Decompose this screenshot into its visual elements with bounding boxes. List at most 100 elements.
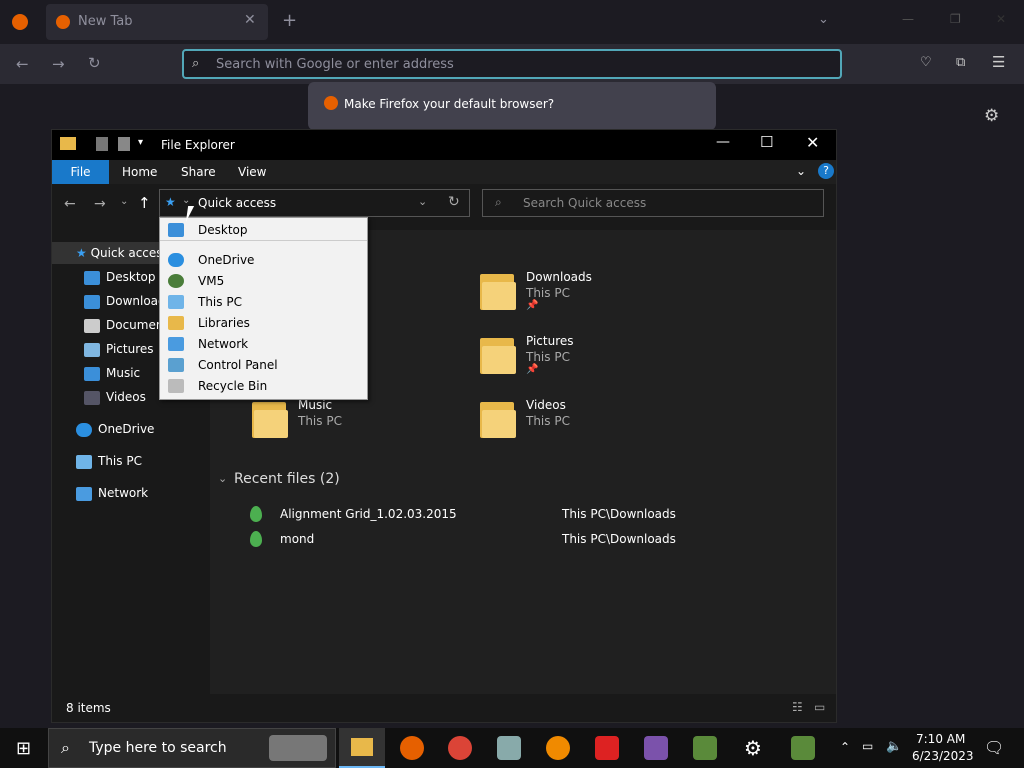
recent-file-row[interactable]: Alignment Grid_1.02.03.2015 This PC\Down… [246, 504, 806, 526]
folder-tile-downloads[interactable]: Downloads This PC 📌 [480, 270, 640, 318]
dropdown-item-desktop[interactable]: Desktop [160, 220, 367, 241]
new-folder-icon[interactable] [118, 137, 130, 151]
windows-start-icon[interactable]: ⊞ [16, 738, 31, 759]
tab-new-tab[interactable]: New Tab ✕ [46, 4, 268, 40]
mouse-cursor-icon [185, 206, 201, 222]
dropdown-item-onedrive[interactable]: OneDrive [160, 250, 367, 271]
quick-access-toolbar-chevron-icon[interactable]: ▾ [138, 137, 143, 148]
up-arrow-icon[interactable]: ↑ [138, 194, 151, 212]
network-tray-icon[interactable]: ▭ [862, 739, 873, 753]
folder-location: This PC [298, 414, 342, 428]
list-tabs-chevron-icon[interactable]: ⌄ [818, 12, 829, 27]
settings-gear-icon[interactable]: ⚙ [984, 106, 999, 126]
explorer-title-bar: ▾ File Explorer — ☐ ✕ [52, 130, 836, 160]
notifications-icon[interactable]: 🗨 [984, 738, 1004, 757]
folder-name: Music [298, 398, 333, 412]
extensions-icon[interactable]: ⧉ [956, 55, 965, 70]
nav-desktop-label: Desktop [106, 270, 156, 284]
explorer-forward-icon[interactable]: → [94, 196, 106, 212]
search-tool-taskbar-icon[interactable] [546, 736, 570, 760]
explorer-back-icon[interactable]: ← [64, 196, 76, 212]
nav-network[interactable]: Network [76, 482, 208, 504]
forward-icon[interactable]: → [52, 55, 65, 73]
large-icons-view-icon[interactable]: ▭ [814, 700, 825, 714]
dropdown-item-control-panel[interactable]: Control Panel [160, 355, 367, 376]
explorer-close-icon[interactable]: ✕ [806, 133, 819, 152]
reload-icon[interactable]: ↻ [88, 54, 101, 72]
explorer-minimize-icon[interactable]: — [716, 134, 730, 150]
videos-icon [84, 390, 100, 405]
new-tab-plus-icon[interactable]: + [282, 10, 297, 31]
tab-file[interactable]: File [52, 160, 109, 184]
recent-locations-chevron-icon[interactable]: ⌄ [120, 196, 128, 207]
search-icon: ⌕ [192, 56, 200, 71]
close-tab-icon[interactable]: ✕ [244, 12, 256, 28]
details-view-icon[interactable]: ☷ [792, 700, 803, 714]
default-browser-notice: Make Firefox your default browser? [308, 82, 716, 130]
dropdown-item-label: Recycle Bin [198, 379, 268, 393]
settings-taskbar-icon[interactable]: ⚙ [744, 736, 762, 760]
dropdown-item-network[interactable]: Network [160, 334, 367, 355]
tab-share[interactable]: Share [181, 165, 216, 179]
network-icon [168, 337, 184, 351]
dev-cpp-taskbar-icon[interactable] [595, 736, 619, 760]
dropdown-item-vm5[interactable]: VM5 [160, 271, 367, 292]
recent-files-header[interactable]: Recent files (2) [234, 471, 340, 487]
tab-home[interactable]: Home [122, 165, 157, 179]
dropdown-item-libraries[interactable]: Libraries [160, 313, 367, 334]
green-drop-icon [250, 506, 262, 522]
ribbon-expand-chevron-icon[interactable]: ⌄ [796, 164, 806, 178]
folder-tile-videos[interactable]: Videos This PC [480, 398, 640, 446]
tray-chevron-icon[interactable]: ⌃ [840, 740, 850, 754]
user-icon [168, 274, 184, 288]
explorer-search-box[interactable]: ⌕ Search Quick access [482, 189, 824, 217]
utility-taskbar-icon[interactable] [497, 736, 521, 760]
volume-muted-icon[interactable]: 🔈 [886, 739, 902, 754]
close-window-icon[interactable]: ✕ [996, 12, 1006, 26]
refresh-icon[interactable]: ↻ [448, 194, 460, 210]
quick-access-star-icon: ★ [165, 195, 176, 209]
nav-onedrive[interactable]: OneDrive [76, 418, 208, 440]
explorer-maximize-icon[interactable]: ☐ [760, 133, 773, 151]
clock-date[interactable]: 6/23/2023 [912, 749, 974, 763]
firefox-notice-icon [324, 96, 338, 110]
pictures-icon [84, 342, 100, 357]
visual-studio-taskbar-icon[interactable] [644, 736, 668, 760]
dropdown-item-this-pc[interactable]: This PC [160, 292, 367, 313]
folder-tile-music[interactable]: Music This PC [252, 398, 412, 446]
address-history-chevron-icon[interactable]: ⌄ [418, 195, 427, 208]
address-dropdown-menu: Desktop OneDrive VM5 This PC Libraries N… [159, 217, 368, 400]
folder-tile-pictures[interactable]: Pictures This PC 📌 [480, 334, 640, 382]
address-chevron-icon[interactable]: ⌄ [182, 195, 190, 206]
chrome-taskbar-icon[interactable] [448, 736, 472, 760]
folder-location: This PC [526, 350, 570, 364]
restore-icon[interactable]: ❐ [950, 12, 961, 26]
taskbar-active-file-explorer[interactable] [339, 728, 385, 768]
taskbar-search-placeholder: Type here to search [89, 740, 227, 756]
recent-file-path: This PC\Downloads [562, 507, 676, 521]
dropdown-item-recycle-bin[interactable]: Recycle Bin [160, 376, 367, 397]
firefox-taskbar-icon[interactable] [400, 736, 424, 760]
this-pc-icon [168, 295, 184, 309]
pocket-icon[interactable]: ♡ [920, 55, 932, 70]
onedrive-icon [76, 422, 92, 437]
address-bar[interactable]: ★ ⌄ Quick access ⌄ ↻ [159, 189, 470, 217]
back-icon[interactable]: ← [16, 55, 29, 73]
nav-this-pc[interactable]: This PC [76, 450, 208, 472]
firefox-tab-bar: New Tab ✕ + ⌄ — ❐ ✕ [0, 0, 1024, 44]
menu-icon[interactable]: ☰ [992, 53, 1005, 71]
properties-icon[interactable] [96, 137, 108, 151]
help-icon[interactable]: ? [818, 163, 834, 179]
recent-collapse-chevron-icon[interactable]: ⌄ [218, 472, 227, 485]
recent-file-row[interactable]: mond This PC\Downloads [246, 529, 806, 551]
firefox-logo-icon[interactable] [12, 14, 28, 30]
explorer-title: File Explorer [161, 138, 235, 152]
taskbar-search-box[interactable]: ⌕ Type here to search [48, 728, 336, 768]
clock-time[interactable]: 7:10 AM [916, 732, 965, 746]
url-bar[interactable]: ⌕ Search with Google or enter address [182, 49, 842, 79]
tab-view[interactable]: View [238, 165, 266, 179]
minecraft-2-taskbar-icon[interactable] [791, 736, 815, 760]
minimize-icon[interactable]: — [902, 12, 914, 26]
firefox-tab-icon [56, 15, 70, 29]
minecraft-taskbar-icon[interactable] [693, 736, 717, 760]
